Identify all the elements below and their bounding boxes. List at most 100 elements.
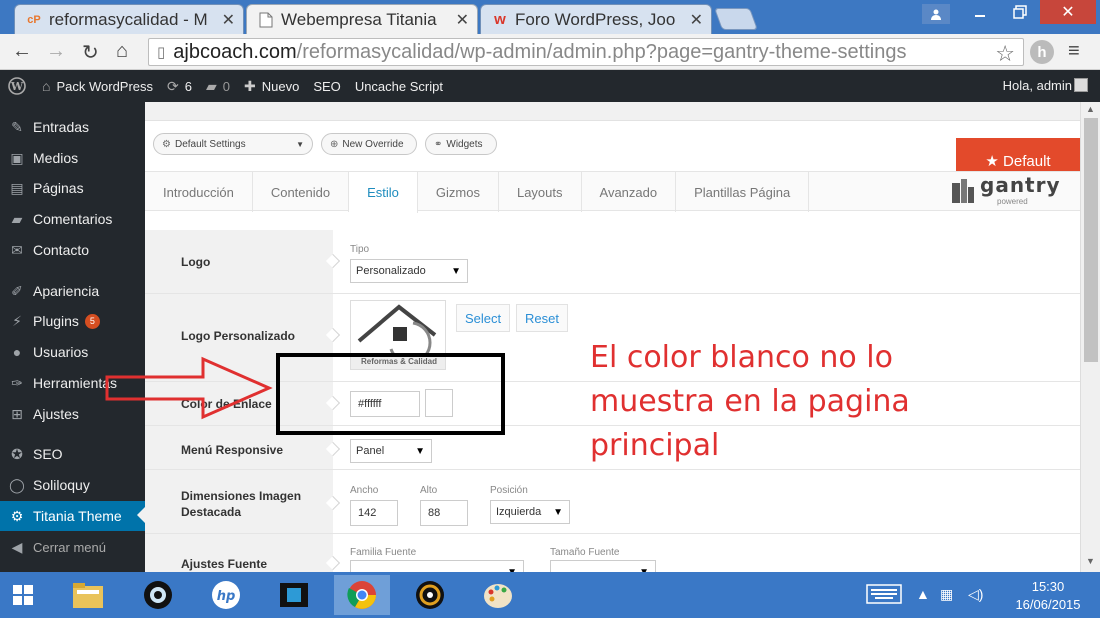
browser-tab-webempresa[interactable]: Webempresa Titania ✕ — [246, 4, 478, 34]
webcam-app-button[interactable] — [130, 575, 186, 615]
browser-toolbar: ← → ↻ ⌂ ▯ ajbcoach.com /reformasycalidad… — [0, 34, 1100, 70]
bookmark-star-icon[interactable]: ☆ — [995, 41, 1015, 67]
annotation-note: El color blanco no lo muestra en la pagi… — [590, 340, 910, 463]
chrome-menu-icon[interactable]: ≡ — [1068, 40, 1080, 63]
file-explorer-button[interactable] — [60, 575, 116, 615]
sidebar-item-medios[interactable]: ▣ Medios — [0, 143, 145, 173]
logo-type-select[interactable]: Personalizado ▼ — [350, 259, 468, 283]
setting-label: Dimensiones Imagen Destacada — [181, 489, 302, 519]
widgets-button[interactable]: ⚭ Widgets — [425, 133, 497, 155]
wrench-icon: ✑ — [11, 374, 23, 391]
browser-tab-reformas[interactable]: cP reformasycalidad - M ✕ — [14, 4, 244, 34]
forward-icon[interactable]: → — [46, 40, 66, 63]
start-button[interactable] — [0, 575, 46, 615]
tab-estilo[interactable]: Estilo — [349, 172, 418, 213]
comments-icon: ▰ — [11, 210, 23, 227]
paint-app-button[interactable] — [470, 575, 526, 615]
sidebar-item-soliloquy[interactable]: ◯ Soliloquy — [0, 470, 145, 500]
tab-contenido[interactable]: Contenido — [253, 172, 350, 212]
new-tab-button[interactable] — [713, 8, 759, 30]
reset-logo-button[interactable]: Reset — [516, 304, 568, 332]
page-info-icon[interactable]: ▯ — [157, 43, 165, 61]
restore-icon[interactable] — [1000, 0, 1040, 24]
keyboard-icon[interactable] — [866, 584, 902, 607]
gantry-logo: gantry — [980, 173, 1061, 197]
font-family-select[interactable]: ▼ — [350, 560, 524, 572]
site-name-link[interactable]: ⌂ Pack WordPress — [42, 78, 153, 94]
show-hidden-icons-icon[interactable]: ▲ — [916, 586, 930, 602]
reload-icon[interactable]: ↻ — [82, 40, 99, 65]
home-icon[interactable]: ⌂ — [116, 40, 128, 63]
chrome-button[interactable] — [334, 575, 390, 615]
tab-avanzado[interactable]: Avanzado — [582, 172, 677, 212]
image-height-input[interactable]: 88 — [420, 500, 468, 526]
wordpress-logo-icon[interactable]: W — [8, 77, 26, 95]
media-app-button[interactable] — [402, 575, 458, 615]
sidebar-item-titania-theme[interactable]: ⚙ Titania Theme — [0, 501, 145, 531]
sidebar-item-seo[interactable]: ✪ SEO — [0, 439, 145, 469]
avatar[interactable] — [1074, 78, 1088, 92]
tab-introduccion[interactable]: Introducción — [145, 172, 253, 212]
address-bar[interactable]: ▯ ajbcoach.com /reformasycalidad/wp-admi… — [148, 38, 1024, 66]
setting-label: Logo Personalizado — [181, 329, 296, 343]
clock-time: 15:30 — [1031, 579, 1065, 594]
gantry-tabs: Introducción Contenido Estilo Gizmos Lay… — [145, 171, 1080, 213]
tab-plantillas-pagina[interactable]: Plantillas Página — [676, 172, 810, 212]
url-host: ajbcoach.com — [173, 40, 297, 63]
uncache-script-link[interactable]: Uncache Script — [355, 79, 443, 94]
image-position-select[interactable]: Izquierda ▼ — [490, 500, 570, 524]
chevron-down-icon: ▼ — [296, 139, 304, 149]
extension-icon[interactable]: h — [1030, 40, 1054, 64]
plus-icon: ✚ — [244, 77, 256, 94]
seo-link[interactable]: SEO — [313, 79, 340, 94]
user-profile-icon[interactable] — [922, 4, 950, 24]
field-sublabel: Tamaño Fuente — [550, 547, 620, 558]
hp-app-button[interactable]: hp — [198, 575, 254, 615]
image-width-input[interactable]: 142 — [350, 500, 398, 526]
close-tab-icon[interactable]: ✕ — [222, 10, 235, 30]
new-content-link[interactable]: ✚ Nuevo — [244, 78, 299, 95]
close-tab-icon[interactable]: ✕ — [456, 10, 469, 30]
new-override-button[interactable]: ⊕ New Override — [321, 133, 417, 155]
tab-title: Foro WordPress, Joo — [515, 9, 676, 29]
plus-icon: ⊕ — [330, 138, 339, 150]
updates-link[interactable]: ⟳ 6 — [167, 78, 192, 95]
annotation-highlight-box — [276, 353, 505, 435]
sidebar-item-paginas[interactable]: ▤ Páginas — [0, 173, 145, 203]
howdy-user[interactable]: Hola, admin — [1003, 78, 1072, 93]
sidebar-item-contacto[interactable]: ✉ Contacto — [0, 235, 145, 265]
cpanel-icon: cP — [27, 13, 41, 26]
font-size-select[interactable]: ▼ — [550, 560, 656, 572]
page-scrollbar[interactable]: ▲ ▼ — [1080, 102, 1100, 572]
comment-icon: ▰ — [206, 77, 217, 94]
system-clock[interactable]: 15:30 16/06/2015 — [1000, 578, 1096, 614]
field-sublabel: Ancho — [350, 485, 379, 496]
chrome-icon — [347, 581, 376, 609]
scrollbar-thumb[interactable] — [1084, 118, 1098, 362]
collapse-icon: ◀ — [11, 538, 23, 555]
settings-select[interactable]: ⚙ Default Settings ▼ — [153, 133, 313, 155]
admin-sidebar: ✎ Entradas ▣ Medios ▤ Páginas ▰ Comentarios … — [0, 102, 145, 572]
video-app-button[interactable] — [266, 575, 322, 615]
tab-layouts[interactable]: Layouts — [499, 172, 582, 212]
sidebar-item-apariencia[interactable]: ✐ Apariencia — [0, 276, 145, 306]
select-logo-button[interactable]: Select — [456, 304, 511, 332]
browser-tab-foro[interactable]: w Foro WordPress, Joo ✕ — [480, 4, 712, 34]
scroll-down-icon[interactable]: ▼ — [1086, 556, 1095, 566]
close-window-icon[interactable]: ✕ — [1040, 0, 1096, 24]
sidebar-item-plugins[interactable]: ⚡ Plugins 5 — [0, 306, 145, 336]
comments-link[interactable]: ▰ 0 — [206, 78, 230, 95]
menu-responsive-select[interactable]: Panel ▼ — [350, 439, 432, 463]
scroll-up-icon[interactable]: ▲ — [1086, 104, 1095, 114]
back-icon[interactable]: ← — [12, 40, 32, 63]
collapse-menu-button[interactable]: ◀ Cerrar menú — [0, 532, 145, 562]
tab-gizmos[interactable]: Gizmos — [418, 172, 499, 212]
setting-label: Logo — [181, 255, 211, 269]
pages-icon: ▤ — [10, 179, 24, 196]
close-tab-icon[interactable]: ✕ — [690, 10, 703, 30]
minimize-icon[interactable] — [960, 0, 1000, 24]
sidebar-item-entradas[interactable]: ✎ Entradas — [0, 112, 145, 142]
volume-icon[interactable]: ◁) — [968, 586, 983, 603]
sidebar-item-comentarios[interactable]: ▰ Comentarios — [0, 204, 145, 234]
network-icon[interactable]: ▦ — [940, 586, 953, 603]
